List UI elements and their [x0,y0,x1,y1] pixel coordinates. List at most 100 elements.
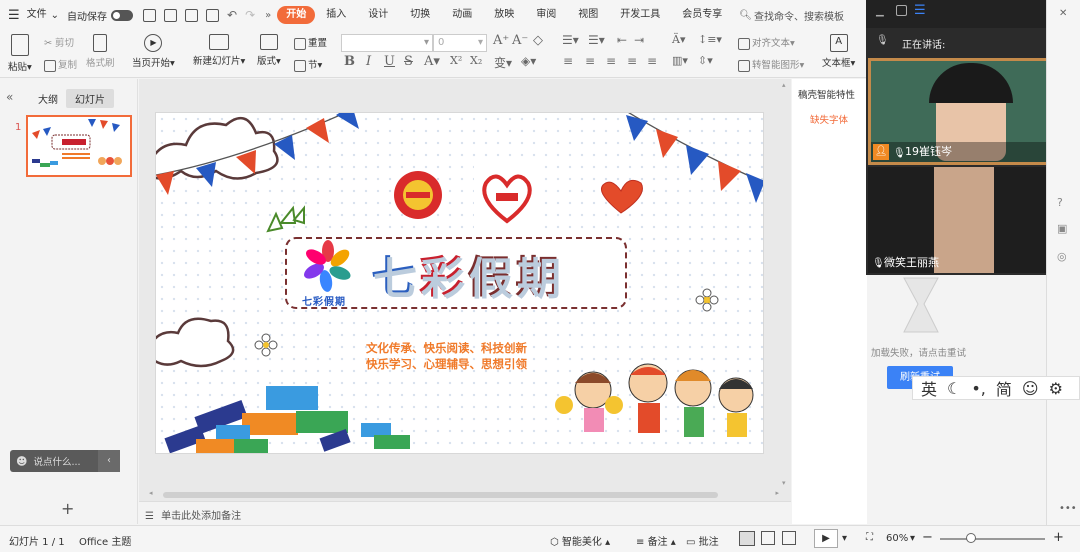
notes-area[interactable]: ☰ 单击此处添加备注 [139,501,791,524]
sorter-view-icon[interactable] [761,531,775,545]
save-icon[interactable] [143,8,157,22]
minimize-icon[interactable]: ▁ [876,6,884,17]
zoom-slider[interactable] [940,533,1045,543]
moon-icon[interactable]: ☾ [947,379,961,398]
tab-review[interactable]: 审阅 [525,0,567,30]
emoji-icon[interactable]: ☻ [16,455,27,468]
superscript-icon[interactable]: X² [450,54,462,67]
align-center-icon[interactable]: ≡ [585,54,595,68]
align-right-icon[interactable]: ≡ [606,54,616,68]
font-color-icon[interactable]: A▾ [424,54,440,69]
reading-view-icon[interactable] [782,531,796,545]
fit-window-icon[interactable]: ⛶ [866,532,873,543]
tab-outline[interactable]: 大纲 [38,91,58,106]
reset-button[interactable]: 重置 [294,35,327,50]
window-icon[interactable] [896,5,907,16]
chevron-down-icon[interactable]: ▾ [842,533,847,544]
redo-icon[interactable]: ↷ [245,8,255,22]
chat-box[interactable]: ☻ 说点什么... ‹ [10,450,120,472]
tab-design[interactable]: 设计 [357,0,399,30]
tab-transition[interactable]: 切换 [399,0,441,30]
help-icon[interactable]: ? [1057,196,1063,209]
vertical-scrollbar[interactable]: ▴ ▾ [781,79,791,489]
paragraph-icon[interactable]: ⇳▾ [698,54,713,67]
smart-beautify-button[interactable]: ⬡ 智能美化 ▴ [550,533,610,548]
map-icon[interactable]: ◎ [1057,250,1067,263]
clear-format-icon[interactable]: ◇ [533,33,543,48]
justify-icon[interactable]: ≡ [627,54,637,68]
zoom-dropdown-icon[interactable]: ▾ [910,533,915,544]
tool-icon[interactable]: ▣ [1057,222,1067,235]
numbering-icon[interactable]: ☰▾ [588,33,605,47]
cut-button[interactable]: ✂ 剪切 [44,35,74,49]
highlight-icon[interactable]: ◈▾ [521,54,536,68]
tab-insert[interactable]: 插入 [315,0,357,30]
play-slideshow-button[interactable]: ▶ [814,529,838,548]
missing-fonts-tab[interactable]: 缺失字体 [810,112,848,126]
tab-slides[interactable]: 幻灯片 [66,89,114,108]
text-direction-icon[interactable]: Ä▾ [672,33,685,46]
columns-icon[interactable]: ▥▾ [672,54,688,67]
smart-graphic-button[interactable]: 转智能图形▾ [738,57,804,72]
pinyin-icon[interactable]: 变▾ [494,54,512,71]
tab-member[interactable]: 会员专享 [671,0,733,30]
play-current-button[interactable]: ▶ 当页开始▾ [132,34,175,69]
italic-icon[interactable]: I [366,54,371,69]
punctuation-icon[interactable]: •, [971,379,986,398]
zoom-in-icon[interactable]: + [1053,530,1064,545]
decrease-font-icon[interactable]: A⁻ [512,33,528,48]
section-button[interactable]: 节▾ [294,57,322,72]
export-pdf-icon[interactable] [164,8,178,22]
video-tile-1[interactable]: 👤︎ 🎙︎ 19崔钰岑 [868,58,1058,165]
search-input[interactable]: 查找命令、搜索模板 [754,8,844,23]
align-left-icon[interactable]: ≡ [563,54,573,68]
layout-button[interactable]: 版式▾ [257,34,281,67]
smiley-icon[interactable]: ☺ [1022,379,1039,398]
text-box-button[interactable]: A 文本框▾ [822,34,855,69]
close-icon[interactable]: ✕ [1059,8,1067,19]
normal-view-icon[interactable] [739,531,755,546]
indent-increase-icon[interactable]: ⇥ [634,33,644,47]
new-slide-button[interactable]: 新建幻灯片▾ [193,34,245,67]
tab-slideshow[interactable]: 放映 [483,0,525,30]
notes-button[interactable]: ≡ 备注 ▴ [636,533,676,548]
collapse-chat-icon[interactable]: ‹ [98,450,120,472]
print-icon[interactable] [185,8,199,22]
subscript-icon[interactable]: X₂ [470,54,482,67]
horizontal-scrollbar[interactable]: ◂ ▸ [149,489,779,499]
chevron-down-icon[interactable]: ⌄ [51,10,59,21]
align-text-button[interactable]: 对齐文本▾ [738,35,795,50]
slide-thumbnail[interactable] [26,115,132,177]
hamburger-icon[interactable]: ☰ [8,8,20,23]
collapse-panel-icon[interactable]: « [6,90,13,104]
settings-icon[interactable]: ⚙ [1049,379,1063,398]
layout-list-icon[interactable]: ☰ [914,3,926,18]
ime-lang[interactable]: 英 [921,376,937,400]
tab-animation[interactable]: 动画 [441,0,483,30]
paste-button[interactable]: 粘贴▾ [8,34,32,73]
comments-button[interactable]: ▭ 批注 [686,533,719,548]
indent-decrease-icon[interactable]: ⇤ [617,33,627,47]
autosave-toggle[interactable] [111,9,134,21]
font-family-select[interactable]: ▾ [341,34,433,52]
tab-developer[interactable]: 开发工具 [609,0,671,30]
bullets-icon[interactable]: ☰▾ [562,33,579,47]
tab-home[interactable]: 开始 [277,6,316,24]
video-tile-2[interactable]: 🎙︎ 微笑王丽燕 [868,167,1058,273]
slide[interactable]: 七彩假期 七彩假期 文化传承、快乐阅读、科技创新 快乐学习、心理辅导、思想引领 [155,112,764,454]
more-options-icon[interactable]: ••• [1059,503,1077,514]
undo-icon[interactable]: ↶ [227,8,237,22]
tab-view[interactable]: 视图 [567,0,609,30]
bold-icon[interactable]: B [344,54,355,69]
ime-simplified[interactable]: 简 [996,376,1012,400]
copy-button[interactable]: 复制 [44,57,77,72]
font-size-select[interactable]: 0 ▾ [433,34,487,52]
line-spacing-icon[interactable]: ↕≡▾ [698,33,722,46]
zoom-out-icon[interactable]: − [922,530,933,545]
format-painter-button[interactable]: 格式刷 [86,34,115,69]
print-preview-icon[interactable] [206,8,220,22]
strikethrough-icon[interactable]: S [404,54,413,69]
zoom-level[interactable]: 60% [886,533,908,544]
distribute-icon[interactable]: ≡ [647,54,657,68]
theme-name[interactable]: Office 主题 [79,533,131,548]
